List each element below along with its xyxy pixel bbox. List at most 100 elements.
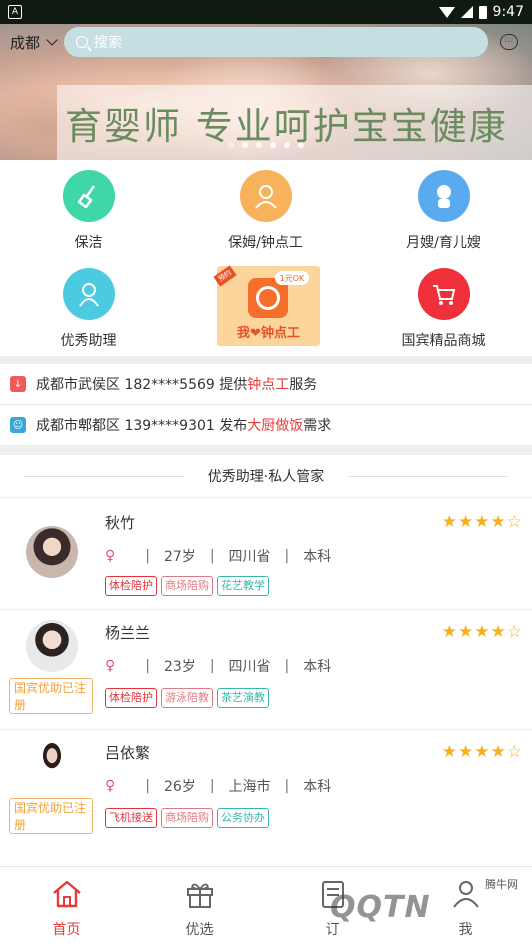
gift-icon [186, 883, 213, 908]
star-icon: ★ [474, 742, 490, 762]
promo-bubble: 1元OK [275, 271, 309, 285]
banner-tagline: 育婴师 专业呵护宝宝健康 [57, 85, 532, 160]
skill-tag: 茶艺演教 [217, 688, 269, 708]
assistant-info: ♀ | 26岁 | 上海市 | 本科 [105, 778, 332, 795]
star-icon: ★ [474, 622, 490, 642]
star-icon: ★ [490, 512, 506, 532]
skill-tag: 体检陪护 [105, 576, 157, 596]
skill-tag: 游泳陪教 [161, 688, 213, 708]
female-icon: ♀ [105, 778, 116, 794]
star-icon: ★ [490, 742, 506, 762]
broom-icon [62, 170, 115, 222]
promo-text: 我❤钟点工 [237, 326, 300, 341]
status-bar: A 9:47 [0, 0, 532, 24]
assistant-age: 23岁 [163, 659, 196, 675]
baby-icon [417, 170, 470, 222]
notice-prefix: 成都市武侯区 182****5569 提供 [36, 377, 248, 393]
assistant-province: 四川省 [228, 549, 271, 565]
pagination-dot[interactable] [256, 142, 262, 148]
skill-tag: 商场陪购 [161, 576, 213, 596]
nav-home[interactable]: 首页 [0, 867, 133, 944]
nav-label: 首页 [52, 922, 81, 938]
pagination-dot[interactable] [270, 142, 276, 148]
nav-label: 优选 [185, 922, 214, 938]
star-icon: ★ [458, 742, 474, 762]
female-icon: ♀ [105, 548, 116, 564]
service-label: 保姆/钟点工 [228, 235, 303, 251]
shopping-cart-icon [417, 268, 470, 320]
service-assistant[interactable]: 优秀助理 [0, 268, 177, 350]
search-placeholder: 搜索 [94, 35, 123, 51]
assistant-card[interactable]: 秋竹 ★ ★ ★ ★ ☆ ♀ | 27岁 | 四川省 | 本科 体检陪护 商场陪购 花艺… [0, 497, 532, 609]
app-notification-icon: A [8, 5, 22, 19]
pagination-dot[interactable] [284, 142, 290, 148]
search-input[interactable]: 搜索 [64, 27, 489, 57]
assistant-name: 吕依繁 [105, 744, 151, 762]
star-half-icon: ☆ [506, 512, 522, 532]
pagination-dot[interactable] [298, 142, 304, 148]
skill-tag: 商场陪购 [161, 808, 213, 828]
assistant-tags: 体检陪护 商场陪购 花艺教学 [105, 576, 269, 596]
search-icon [76, 36, 89, 48]
star-icon: ★ [441, 512, 457, 532]
rating-stars: ★ ★ ★ ★ ☆ [442, 624, 522, 641]
assistant-name: 杨兰兰 [105, 624, 151, 642]
download-icon: ↓ [10, 376, 26, 392]
message-icon[interactable]: ··· [500, 34, 519, 50]
rating-stars: ★ ★ ★ ★ ☆ [442, 744, 522, 761]
section-title: 优秀助理·私人管家 [0, 455, 532, 497]
service-grid: 保洁 保姆/钟点工 月嫂/育儿嫂 优秀助理 预约 1元OK 我❤钟点工 国宾精品… [0, 160, 532, 356]
service-mall[interactable]: 国宾精品商城 [355, 268, 532, 350]
assistant-age: 26岁 [163, 779, 196, 795]
avatar [26, 526, 78, 578]
skill-tag: 花艺教学 [217, 576, 269, 596]
notice-prefix: 成都市郫都区 139****9301 发布 [36, 418, 248, 434]
service-label: 国宾精品商城 [401, 333, 486, 349]
notice-item[interactable]: ☺ 成都市郫都区 139****9301 发布 大厨做饭 需求 [0, 405, 532, 445]
status-time: 9:47 [492, 4, 524, 20]
city-name: 成都 [10, 33, 41, 52]
star-half-icon: ☆ [506, 622, 522, 642]
notice-suffix: 需求 [303, 418, 332, 434]
signal-icon [460, 6, 473, 18]
assistant-tags: 体检陪护 游泳陪教 茶艺演教 [105, 688, 269, 708]
assistant-tags: 飞机接送 商场陪购 公务协办 [105, 808, 269, 828]
pagination-dot[interactable] [242, 142, 248, 148]
pagination-dot[interactable] [228, 142, 234, 148]
skill-tag: 飞机接送 [105, 808, 157, 828]
star-icon: ★ [441, 742, 457, 762]
watermark-text: QQTN [330, 889, 431, 925]
assistant-province: 四川省 [228, 659, 271, 675]
service-nanny[interactable]: 保姆/钟点工 [177, 170, 354, 252]
service-cleaning[interactable]: 保洁 [0, 170, 177, 252]
star-half-icon: ☆ [506, 742, 522, 762]
city-selector[interactable]: 成都 [10, 32, 58, 53]
assistant-card[interactable]: 国宾优助已注册 杨兰兰 ★ ★ ★ ★ ☆ ♀ | 23岁 | 四川省 | 本科 体检陪… [0, 609, 532, 729]
service-label: 保洁 [74, 235, 103, 251]
notice-suffix: 服务 [289, 377, 318, 393]
notice-item[interactable]: ↓ 成都市武侯区 182****5569 提供 钟点工 服务 [0, 364, 532, 404]
assistant-province: 上海市 [228, 779, 271, 795]
star-icon: ★ [458, 512, 474, 532]
skill-tag: 公务协办 [217, 808, 269, 828]
service-maternity[interactable]: 月嫂/育儿嫂 [355, 170, 532, 252]
assistant-info: ♀ | 23岁 | 四川省 | 本科 [105, 658, 332, 675]
assistant-education: 本科 [303, 659, 332, 675]
top-bar: 成都 搜索 ··· [0, 26, 532, 58]
assistant-card[interactable]: 国宾优助已注册 吕依繁 ★ ★ ★ ★ ☆ ♀ | 26岁 | 上海市 | 本科 飞机接… [0, 729, 532, 849]
female-icon: ♀ [105, 658, 116, 674]
avatar [26, 620, 78, 672]
star-icon: ★ [474, 512, 490, 532]
assistant-education: 本科 [303, 779, 332, 795]
assistant-age: 27岁 [163, 549, 196, 565]
banner-pagination [0, 142, 532, 148]
nav-select[interactable]: 优选 [133, 867, 266, 944]
hourly-worker-promo[interactable]: 预约 1元OK 我❤钟点工 [213, 265, 320, 346]
home-icon [52, 880, 81, 908]
rating-stars: ★ ★ ★ ★ ☆ [442, 514, 522, 531]
service-label: 优秀助理 [60, 333, 117, 349]
chevron-down-icon [46, 34, 58, 46]
assistant-education: 本科 [303, 549, 332, 565]
star-icon: ★ [441, 622, 457, 642]
star-icon: ★ [490, 622, 506, 642]
